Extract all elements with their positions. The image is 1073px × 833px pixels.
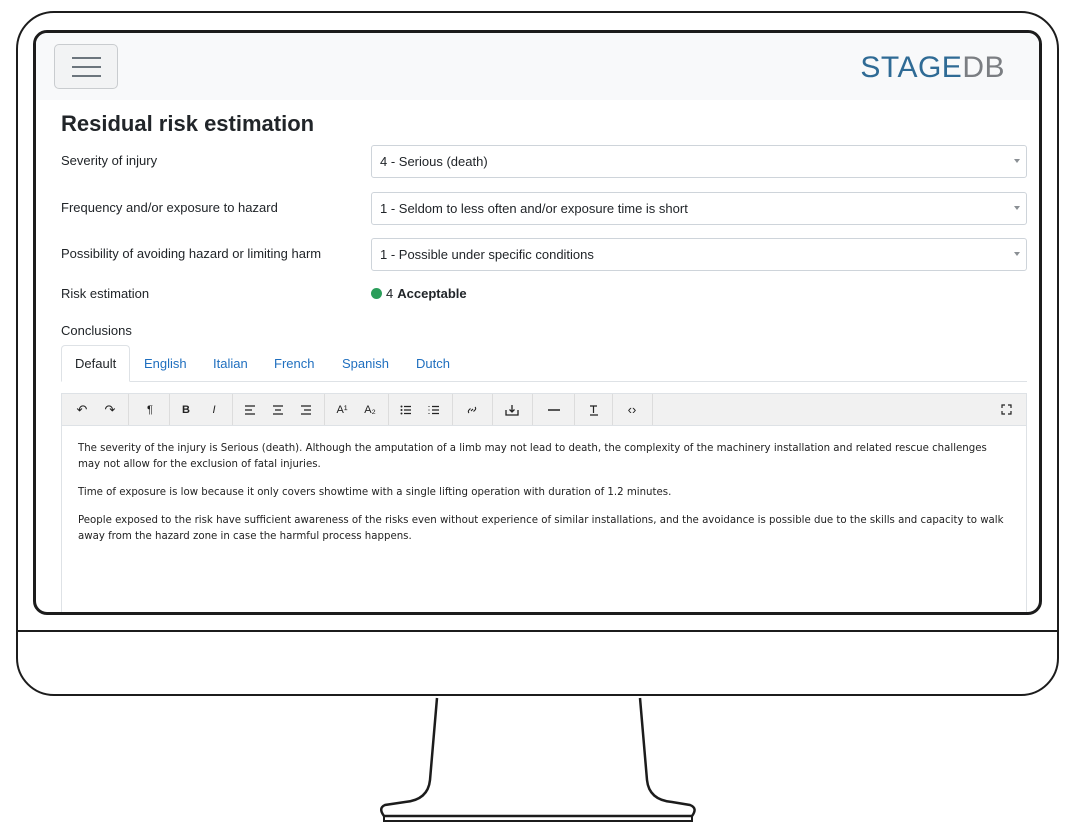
subscript-icon[interactable]: A₂ (358, 394, 382, 425)
frequency-label: Frequency and/or exposure to hazard (61, 200, 278, 215)
toolbar-separator (128, 394, 129, 425)
align-left-icon[interactable] (238, 394, 262, 425)
editor-content[interactable]: The severity of the injury is Serious (d… (78, 441, 1006, 557)
toolbar-separator (232, 394, 233, 425)
page-title: Residual risk estimation (61, 111, 315, 136)
toolbar-separator (452, 394, 453, 425)
chevron-down-icon (1014, 206, 1020, 210)
avoidance-value: 1 - Possible under specific conditions (380, 247, 594, 262)
paragraph-format-icon[interactable]: ¶ (136, 394, 164, 425)
content-paragraph: The severity of the injury is Serious (d… (78, 443, 987, 470)
horizontal-line-icon[interactable] (540, 394, 568, 425)
toolbar-separator (612, 394, 613, 425)
risk-estimation-label: Risk estimation (61, 286, 150, 301)
risk-estimation-value: 4 Acceptable (371, 286, 467, 301)
clear-format-icon[interactable] (582, 394, 606, 425)
severity-label: Severity of injury (61, 153, 158, 168)
tab-spanish[interactable]: Spanish (342, 345, 389, 381)
brand-logo[interactable]: STAGEDB (860, 51, 1005, 85)
tab-default[interactable]: Default (61, 345, 131, 382)
language-tabs: Default English Italian French Spanish D… (61, 345, 1027, 382)
toolbar-separator (492, 394, 493, 425)
italic-icon[interactable]: I (202, 394, 226, 425)
conclusions-label: Conclusions (61, 323, 132, 338)
superscript-icon[interactable]: A¹ (330, 394, 354, 425)
toolbar-separator (169, 394, 170, 425)
code-view-icon[interactable]: ‹› (618, 394, 646, 425)
avoidance-label: Possibility of avoiding hazard or limiti… (61, 246, 322, 261)
chevron-down-icon (1014, 252, 1020, 256)
toolbar-separator (574, 394, 575, 425)
unordered-list-icon[interactable] (394, 394, 418, 425)
link-icon[interactable] (458, 394, 486, 425)
menu-toggle-button[interactable] (54, 44, 118, 89)
screen: STAGEDB Residual risk estimation Severit… (33, 30, 1042, 615)
tab-english[interactable]: English (144, 345, 187, 381)
chevron-down-icon (1014, 159, 1020, 163)
navbar: STAGEDB (36, 33, 1039, 100)
toolbar-separator (388, 394, 389, 425)
brand-part-2: DB (962, 51, 1005, 84)
redo-icon[interactable]: ↷ (98, 394, 122, 425)
risk-score: 4 (386, 286, 394, 301)
rich-text-editor: ↶ ↷ ¶ B I A¹ A₂ ‹› The severity of the i… (61, 393, 1027, 612)
bold-icon[interactable]: B (174, 394, 198, 425)
frequency-value: 1 - Seldom to less often and/or exposure… (380, 201, 688, 216)
fullscreen-icon[interactable] (994, 394, 1018, 425)
insert-file-icon[interactable] (498, 394, 526, 425)
hamburger-icon-bar (71, 56, 101, 59)
brand-part-1: STAGE (860, 51, 963, 84)
tab-french[interactable]: French (274, 345, 314, 381)
status-dot-icon (371, 288, 382, 299)
tab-italian[interactable]: Italian (213, 345, 248, 381)
toolbar-separator (532, 394, 533, 425)
toolbar-separator (324, 394, 325, 425)
hamburger-icon-bar (71, 74, 101, 77)
align-right-icon[interactable] (294, 394, 318, 425)
undo-icon[interactable]: ↶ (70, 394, 94, 425)
content-paragraph: People exposed to the risk have sufficie… (78, 515, 1004, 542)
editor-toolbar: ↶ ↷ ¶ B I A¹ A₂ ‹› (62, 394, 1026, 426)
content-paragraph: Time of exposure is low because it only … (78, 487, 672, 498)
severity-select[interactable]: 4 - Serious (death) (371, 145, 1027, 178)
ordered-list-icon[interactable] (422, 394, 446, 425)
frequency-select[interactable]: 1 - Seldom to less often and/or exposure… (371, 192, 1027, 225)
risk-level: Acceptable (397, 286, 467, 301)
hamburger-icon-bar (71, 65, 101, 68)
toolbar-separator (652, 394, 653, 425)
align-center-icon[interactable] (266, 394, 290, 425)
avoidance-select[interactable]: 1 - Possible under specific conditions (371, 238, 1027, 271)
severity-value: 4 - Serious (death) (380, 154, 488, 169)
tab-dutch[interactable]: Dutch (416, 345, 450, 381)
